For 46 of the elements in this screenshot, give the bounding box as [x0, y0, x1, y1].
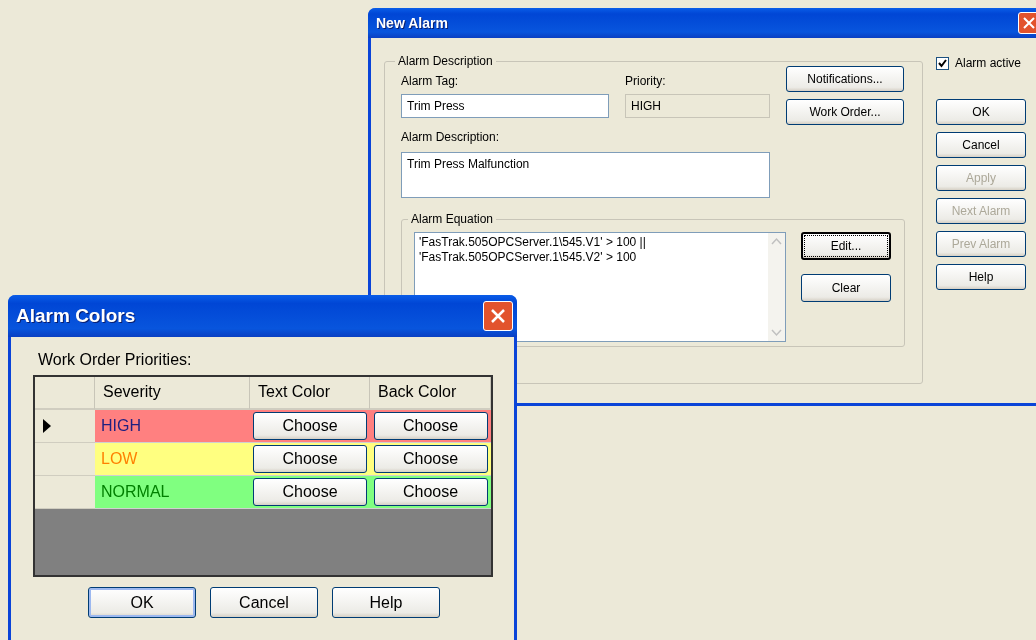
dialog-button[interactable]: Clear: [801, 274, 891, 302]
current-row-icon: [43, 419, 51, 433]
choose-button[interactable]: Choose: [253, 478, 367, 506]
dialog-button[interactable]: Edit...: [801, 232, 891, 260]
section-label: Work Order Priorities:: [38, 351, 193, 369]
column-header: Back Color: [370, 377, 491, 410]
check-icon: [938, 58, 947, 68]
field-label: Priority:: [625, 74, 667, 88]
field-label: Alarm Tag:: [401, 74, 460, 88]
window-title: New Alarm: [376, 15, 448, 31]
choose-button[interactable]: Choose: [373, 478, 488, 506]
choose-button[interactable]: Choose: [253, 445, 367, 473]
dialog-button[interactable]: OK: [936, 99, 1026, 125]
column-header: Text Color: [250, 377, 370, 410]
dialog-button[interactable]: OK: [88, 587, 196, 618]
close-button[interactable]: [483, 301, 513, 331]
text-area[interactable]: Trim Press Malfunction: [401, 152, 770, 198]
close-button[interactable]: [1018, 12, 1036, 34]
dialog-button[interactable]: Cancel: [210, 587, 318, 618]
scrollbar[interactable]: [768, 233, 785, 341]
field-label: Alarm Description:: [401, 130, 501, 144]
severity-text: NORMAL: [101, 483, 170, 500]
group-title: Alarm Description: [397, 54, 494, 68]
readonly-field: HIGH: [625, 94, 770, 118]
close-icon: [1023, 17, 1035, 29]
dialog-button[interactable]: Notifications...: [786, 66, 904, 92]
choose-button[interactable]: Choose: [253, 412, 367, 440]
dialog-button[interactable]: Cancel: [936, 132, 1026, 158]
group-title: Alarm Equation: [410, 212, 495, 226]
dialog-button[interactable]: Help: [936, 264, 1026, 290]
checkbox[interactable]: [936, 56, 949, 70]
dialog-button[interactable]: Work Order...: [786, 99, 904, 125]
window-title: Alarm Colors: [16, 305, 136, 327]
dialog-button[interactable]: Help: [332, 587, 440, 618]
choose-button[interactable]: Choose: [373, 445, 488, 473]
column-header: Severity: [95, 377, 250, 410]
severity-text: HIGH: [101, 417, 141, 434]
equation-line: 'FasTrak.505OPCServer.1\545.V2' > 100: [419, 250, 638, 265]
close-icon: [490, 308, 506, 324]
row-header[interactable]: [35, 410, 95, 443]
equation-line: 'FasTrak.505OPCServer.1\545.V1' > 100 ||: [419, 235, 647, 250]
checkbox-label: Alarm active: [955, 56, 1022, 70]
header-cell: [35, 377, 95, 410]
input-field[interactable]: Trim Press: [401, 94, 609, 118]
severity-text: LOW: [101, 450, 138, 467]
choose-button[interactable]: Choose: [373, 412, 488, 440]
